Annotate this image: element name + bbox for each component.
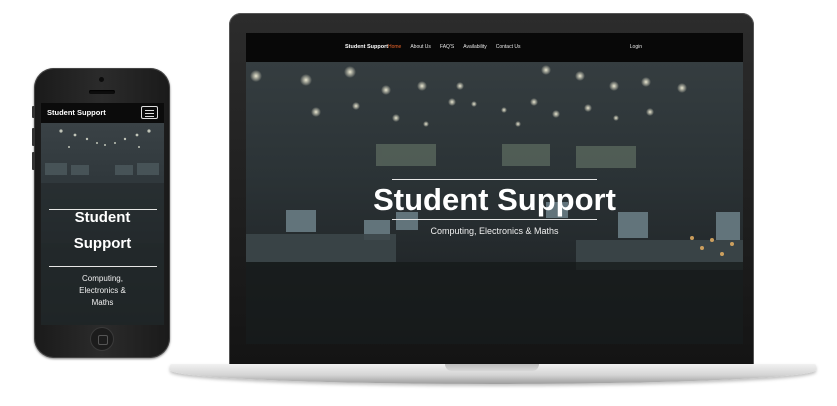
nav-link-about-us[interactable]: About Us <box>410 44 431 50</box>
phone-volume-down-button <box>32 152 35 170</box>
mobile-hero-title-line: Support <box>73 235 132 252</box>
login-link[interactable]: Login <box>630 44 642 50</box>
mobile-hero: Student Support Computing, Electronics &… <box>41 123 164 325</box>
desktop-hero-subtitle: Computing, Electronics & Maths <box>430 226 559 236</box>
mobile-hero-subtitle: Computing, Electronics & Maths <box>41 273 164 309</box>
mobile-hero-rule-bottom <box>49 266 157 267</box>
nav-link-home[interactable]: Home <box>388 44 401 50</box>
desktop-hero-title: Student Support <box>373 182 616 217</box>
nav-link-faqs[interactable]: FAQ'S <box>440 44 454 50</box>
phone-speaker <box>89 90 115 94</box>
mobile-screen: Student Support Student Support Computin… <box>41 103 164 325</box>
desktop-hero: Student Support Computing, Electronics &… <box>246 62 743 344</box>
desktop-nav-links: Home About Us FAQ'S Availability Contact… <box>388 44 520 50</box>
mobile-hero-subtitle-line: Computing, <box>82 274 123 283</box>
nav-link-contact-us[interactable]: Contact Us <box>496 44 521 50</box>
desktop-navbar: Student Support Home About Us FAQ'S Avai… <box>246 33 743 62</box>
mobile-hero-title-line: Student <box>74 209 131 226</box>
phone-camera-icon <box>99 77 104 82</box>
mobile-hero-title: Student Support <box>41 205 164 257</box>
mobile-hero-subtitle-line: Maths <box>91 298 114 307</box>
mobile-navbar: Student Support <box>41 103 164 123</box>
mobile-brand-link[interactable]: Student Support <box>47 108 106 117</box>
desktop-hero-rule-bottom <box>392 219 597 220</box>
mobile-hero-subtitle-line: Electronics & <box>79 286 126 295</box>
hamburger-menu-icon[interactable] <box>141 106 158 119</box>
phone-mute-switch <box>32 106 35 118</box>
phone-volume-up-button <box>32 128 35 146</box>
phone-home-button <box>90 327 114 351</box>
laptop-opening-notch <box>445 364 539 371</box>
desktop-brand-link[interactable]: Student Support <box>345 44 388 50</box>
desktop-hero-rule-top <box>392 179 597 180</box>
nav-link-availability[interactable]: Availability <box>463 44 487 50</box>
laptop-screen: Student Support Home About Us FAQ'S Avai… <box>246 33 743 344</box>
